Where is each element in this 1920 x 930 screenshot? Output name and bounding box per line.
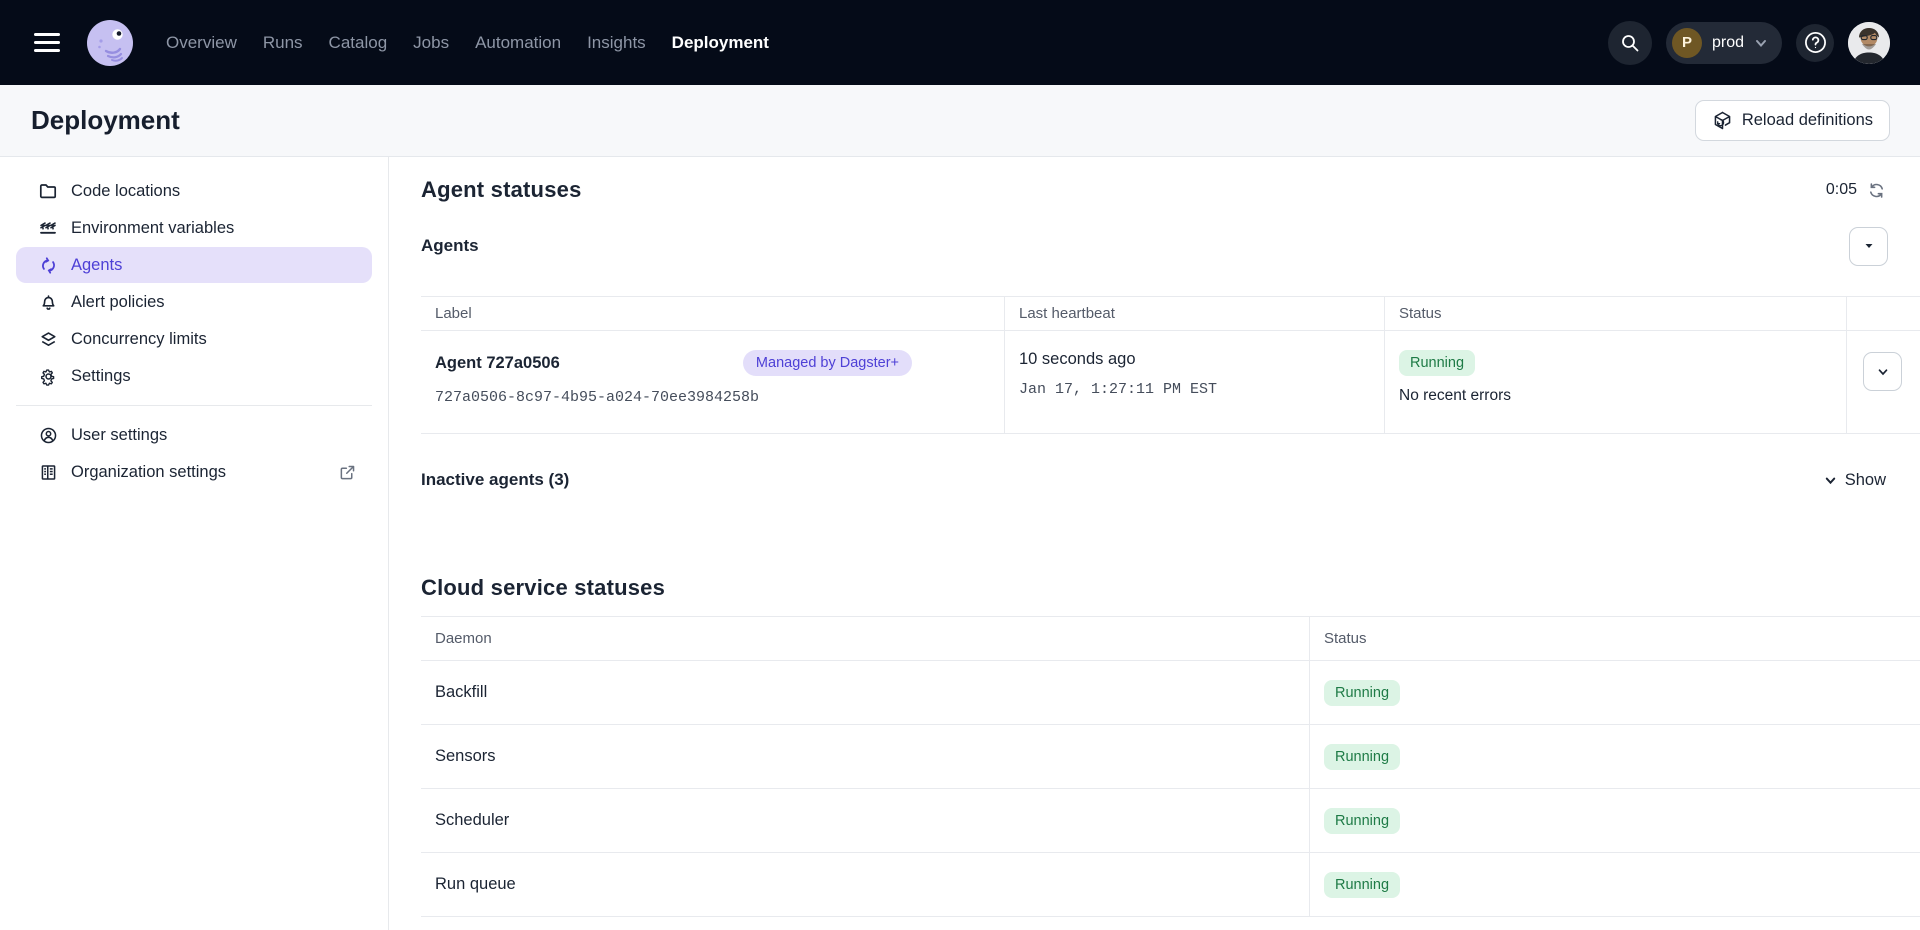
- agents-table-header: Label Last heartbeat Status: [421, 296, 1920, 331]
- reload-definitions-button[interactable]: Reload definitions: [1695, 100, 1890, 141]
- sidebar-item-label: User settings: [71, 426, 167, 445]
- deployment-name: prod: [1712, 34, 1744, 52]
- external-link-icon: [339, 464, 356, 481]
- sidebar-item-label: Settings: [71, 367, 131, 386]
- cloud-service-statuses-title: Cloud service statuses: [421, 575, 1920, 601]
- heartbeat-timestamp: Jan 17, 1:27:11 PM EST: [1019, 381, 1370, 398]
- daemon-status-badge: Running: [1324, 680, 1400, 706]
- nav-item-deployment[interactable]: Deployment: [672, 33, 769, 53]
- help-icon: [1803, 30, 1828, 55]
- show-toggle-label: Show: [1845, 471, 1886, 490]
- sidebar-item-settings[interactable]: Settings: [16, 358, 372, 394]
- deployment-switcher[interactable]: P prod: [1666, 22, 1782, 64]
- sidebar-item-label: Environment variables: [71, 219, 234, 238]
- column-header-actions: [1846, 297, 1920, 330]
- nav-item-insights[interactable]: Insights: [587, 33, 646, 53]
- agent-id: 727a0506-8c97-4b95-a024-70ee3984258b: [435, 389, 990, 406]
- help-button[interactable]: [1796, 24, 1834, 62]
- nav-item-overview[interactable]: Overview: [166, 33, 237, 53]
- env-vars-icon: [37, 218, 59, 238]
- top-nav: Overview Runs Catalog Jobs Automation In…: [0, 0, 1920, 85]
- agent-row: Agent 727a0506 Managed by Dagster+ 727a0…: [421, 331, 1920, 434]
- primary-nav: Overview Runs Catalog Jobs Automation In…: [166, 33, 769, 53]
- agent-statuses-title: Agent statuses: [421, 177, 582, 203]
- heartbeat-relative: 10 seconds ago: [1019, 350, 1370, 369]
- daemon-row: Run queue Running: [421, 853, 1920, 917]
- bell-icon: [37, 293, 59, 312]
- sidebar-item-agents[interactable]: Agents: [16, 247, 372, 283]
- layers-icon: [37, 330, 59, 349]
- search-icon: [1620, 33, 1640, 53]
- chevron-down-icon: [1876, 365, 1890, 379]
- page-header: Deployment Reload definitions: [0, 85, 1920, 157]
- agent-name: Agent 727a0506: [435, 354, 560, 373]
- daemon-row: Backfill Running: [421, 661, 1920, 725]
- column-header-label: Label: [421, 297, 1004, 330]
- refresh-countdown: 0:05: [1826, 181, 1857, 199]
- chevron-down-icon: [1754, 36, 1768, 50]
- sidebar-item-user-settings[interactable]: User settings: [16, 417, 372, 453]
- agents-section-heading: Agents: [421, 236, 479, 256]
- agents-table: Label Last heartbeat Status Agent 727a05…: [421, 296, 1920, 434]
- agents-options-dropdown-button[interactable]: [1849, 227, 1888, 266]
- agent-status-note: No recent errors: [1399, 387, 1832, 405]
- folder-icon: [37, 181, 59, 201]
- daemon-status-badge: Running: [1324, 872, 1400, 898]
- user-icon: [37, 426, 59, 445]
- refresh-icon[interactable]: [1867, 181, 1886, 200]
- daemon-row: Scheduler Running: [421, 789, 1920, 853]
- sidebar-item-organization-settings[interactable]: Organization settings: [16, 454, 372, 490]
- daemon-status-badge: Running: [1324, 808, 1400, 834]
- sidebar-item-concurrency-limits[interactable]: Concurrency limits: [16, 321, 372, 357]
- sidebar-item-label: Agents: [71, 256, 122, 275]
- daemon-name: Backfill: [421, 661, 1309, 724]
- agent-icon: [37, 256, 59, 275]
- column-header-daemon: Daemon: [421, 617, 1309, 660]
- cloud-services-table-header: Daemon Status: [421, 616, 1920, 661]
- reload-definitions-label: Reload definitions: [1742, 111, 1873, 130]
- sidebar-item-label: Concurrency limits: [71, 330, 207, 349]
- sidebar-divider: [16, 405, 372, 406]
- code-location-reload-icon: [1712, 110, 1733, 131]
- inactive-agents-heading: Inactive agents (3): [421, 470, 569, 490]
- column-header-status: Status: [1384, 297, 1846, 330]
- user-avatar[interactable]: [1848, 22, 1890, 64]
- sidebar-item-code-locations[interactable]: Code locations: [16, 173, 372, 209]
- dagster-logo-icon[interactable]: [86, 19, 134, 67]
- gear-icon: [37, 367, 59, 386]
- sidebar-item-label: Organization settings: [71, 463, 226, 482]
- agent-row-actions-button[interactable]: [1863, 352, 1902, 391]
- daemon-name: Sensors: [421, 725, 1309, 788]
- column-header-last-heartbeat: Last heartbeat: [1004, 297, 1384, 330]
- cloud-services-table: Daemon Status Backfill Running Sensors R…: [421, 616, 1920, 917]
- sidebar-item-alert-policies[interactable]: Alert policies: [16, 284, 372, 320]
- nav-item-jobs[interactable]: Jobs: [413, 33, 449, 53]
- deployment-initial-badge: P: [1672, 28, 1702, 58]
- column-header-status: Status: [1309, 617, 1920, 660]
- inactive-agents-show-toggle[interactable]: Show: [1823, 471, 1886, 490]
- agent-status-badge: Running: [1399, 350, 1475, 376]
- main-content: Agent statuses 0:05 Agents: [389, 157, 1920, 930]
- building-icon: [37, 463, 59, 482]
- hamburger-menu-icon[interactable]: [34, 33, 60, 52]
- managed-by-dagster-badge: Managed by Dagster+: [743, 350, 912, 376]
- sidebar-item-environment-variables[interactable]: Environment variables: [16, 210, 372, 246]
- daemon-name: Scheduler: [421, 789, 1309, 852]
- sidebar-item-label: Code locations: [71, 182, 180, 201]
- daemon-name: Run queue: [421, 853, 1309, 916]
- daemon-status-badge: Running: [1324, 744, 1400, 770]
- search-button[interactable]: [1608, 21, 1652, 65]
- nav-item-automation[interactable]: Automation: [475, 33, 561, 53]
- nav-item-runs[interactable]: Runs: [263, 33, 303, 53]
- sidebar-item-label: Alert policies: [71, 293, 165, 312]
- nav-item-catalog[interactable]: Catalog: [329, 33, 388, 53]
- page-title: Deployment: [31, 105, 180, 136]
- chevron-down-icon: [1823, 473, 1838, 488]
- daemon-row: Sensors Running: [421, 725, 1920, 789]
- deployment-sidebar: Code locations Environment variables Age…: [0, 157, 389, 930]
- caret-down-icon: [1863, 240, 1875, 252]
